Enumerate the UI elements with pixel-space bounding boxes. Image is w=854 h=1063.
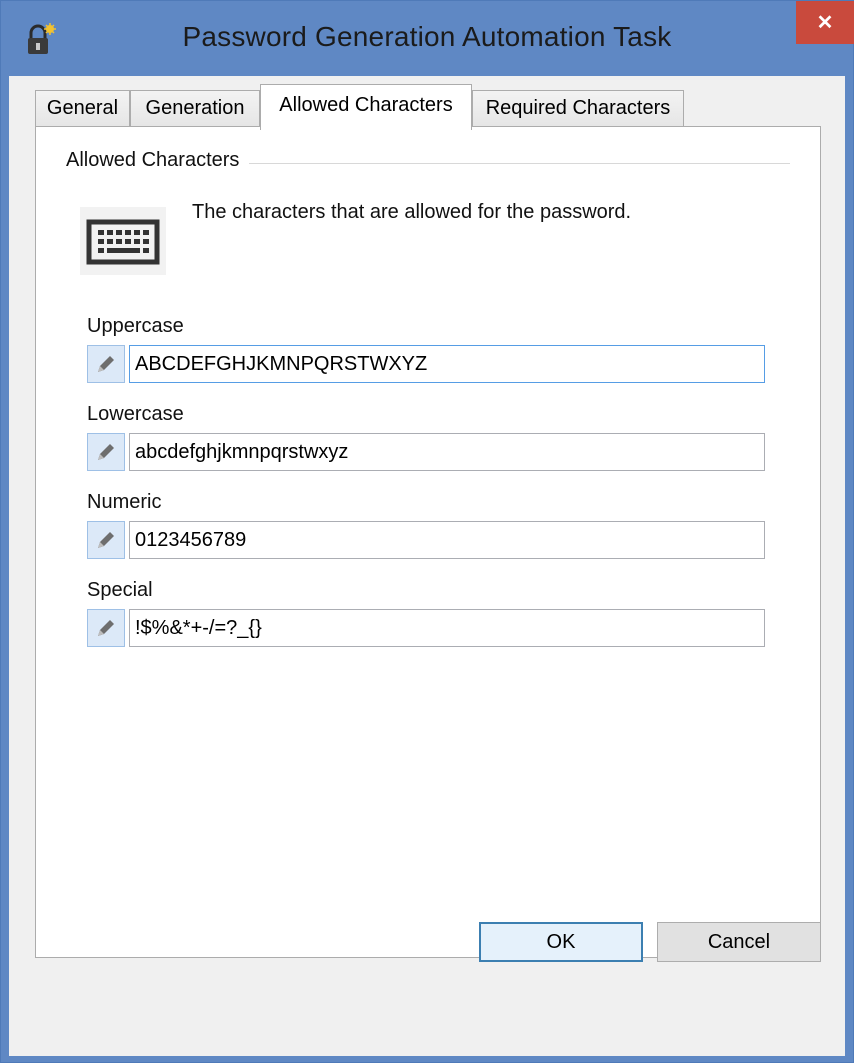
tab-generation[interactable]: Generation — [130, 90, 260, 126]
uppercase-edit-button[interactable] — [87, 345, 125, 383]
tab-panel: Allowed Characters The characters that a… — [35, 126, 821, 958]
lowercase-input[interactable] — [129, 433, 765, 471]
pencil-icon — [98, 356, 114, 372]
pencil-icon — [98, 532, 114, 548]
title-bar[interactable]: Password Generation Automation Task ✕ — [1, 1, 854, 76]
tab-general[interactable]: General — [35, 90, 130, 126]
tab-allowed-characters[interactable]: Allowed Characters — [260, 84, 472, 130]
lowercase-label: Lowercase — [87, 403, 184, 425]
dialog-window: Password Generation Automation Task ✕ Ge… — [0, 0, 854, 1063]
numeric-edit-button[interactable] — [87, 521, 125, 559]
close-button[interactable]: ✕ — [796, 1, 854, 44]
close-icon: ✕ — [816, 12, 834, 34]
lowercase-edit-button[interactable] — [87, 433, 125, 471]
keyboard-icon — [80, 207, 166, 275]
window-title: Password Generation Automation Task — [182, 21, 672, 52]
pencil-icon — [98, 444, 114, 460]
numeric-input[interactable] — [129, 521, 765, 559]
numeric-label: Numeric — [87, 491, 162, 513]
uppercase-label: Uppercase — [87, 315, 184, 337]
tab-required-characters[interactable]: Required Characters — [472, 90, 684, 126]
section-description: The characters that are allowed for the … — [192, 201, 632, 223]
cancel-button[interactable]: Cancel — [657, 922, 821, 962]
ok-button[interactable]: OK — [479, 922, 643, 962]
group-label: Allowed Characters — [66, 149, 250, 172]
special-input[interactable] — [129, 609, 765, 647]
uppercase-input[interactable] — [129, 345, 765, 383]
dialog-body: General Generation Allowed Characters Re… — [9, 76, 845, 1056]
special-label: Special — [87, 579, 153, 601]
pencil-icon — [98, 620, 114, 636]
special-edit-button[interactable] — [87, 609, 125, 647]
